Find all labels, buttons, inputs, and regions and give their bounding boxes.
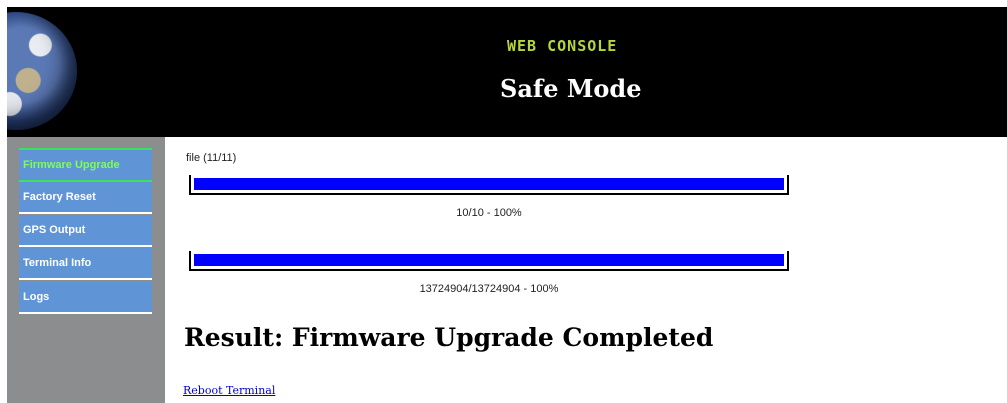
progress-caption-file: 10/10 - 100%: [456, 207, 522, 219]
progress-caption-bytes: 13724904/13724904 - 100%: [419, 283, 559, 295]
result-heading: Result: Firmware Upgrade Completed: [184, 323, 714, 352]
sidebar-item-gps-output[interactable]: GPS Output: [19, 215, 152, 247]
safe-mode-page: WEB CONSOLE Safe Mode Firmware Upgrade F…: [0, 0, 1007, 403]
mode-title: Safe Mode: [500, 74, 642, 103]
sidebar-item-firmware-upgrade[interactable]: Firmware Upgrade: [19, 148, 152, 182]
sidebar-item-logs[interactable]: Logs: [19, 282, 152, 314]
sidebar-item-factory-reset[interactable]: Factory Reset: [19, 182, 152, 214]
file-counter: file (11/11): [186, 152, 237, 164]
sidebar: Firmware Upgrade Factory Reset GPS Outpu…: [7, 137, 165, 403]
console-title: WEB CONSOLE: [507, 37, 618, 55]
main-content: file (11/11) 10/10 - 100% 13724904/13724…: [165, 137, 1007, 403]
progress-bar-file: [189, 175, 789, 195]
progress-fill-file: [194, 178, 784, 190]
globe-icon: [7, 10, 85, 132]
reboot-terminal-link[interactable]: Reboot Terminal: [183, 384, 275, 397]
progress-fill-bytes: [194, 254, 784, 266]
sidebar-item-terminal-info[interactable]: Terminal Info: [19, 248, 152, 280]
progress-bar-bytes: [189, 251, 789, 271]
header-banner: WEB CONSOLE Safe Mode: [7, 7, 1007, 137]
